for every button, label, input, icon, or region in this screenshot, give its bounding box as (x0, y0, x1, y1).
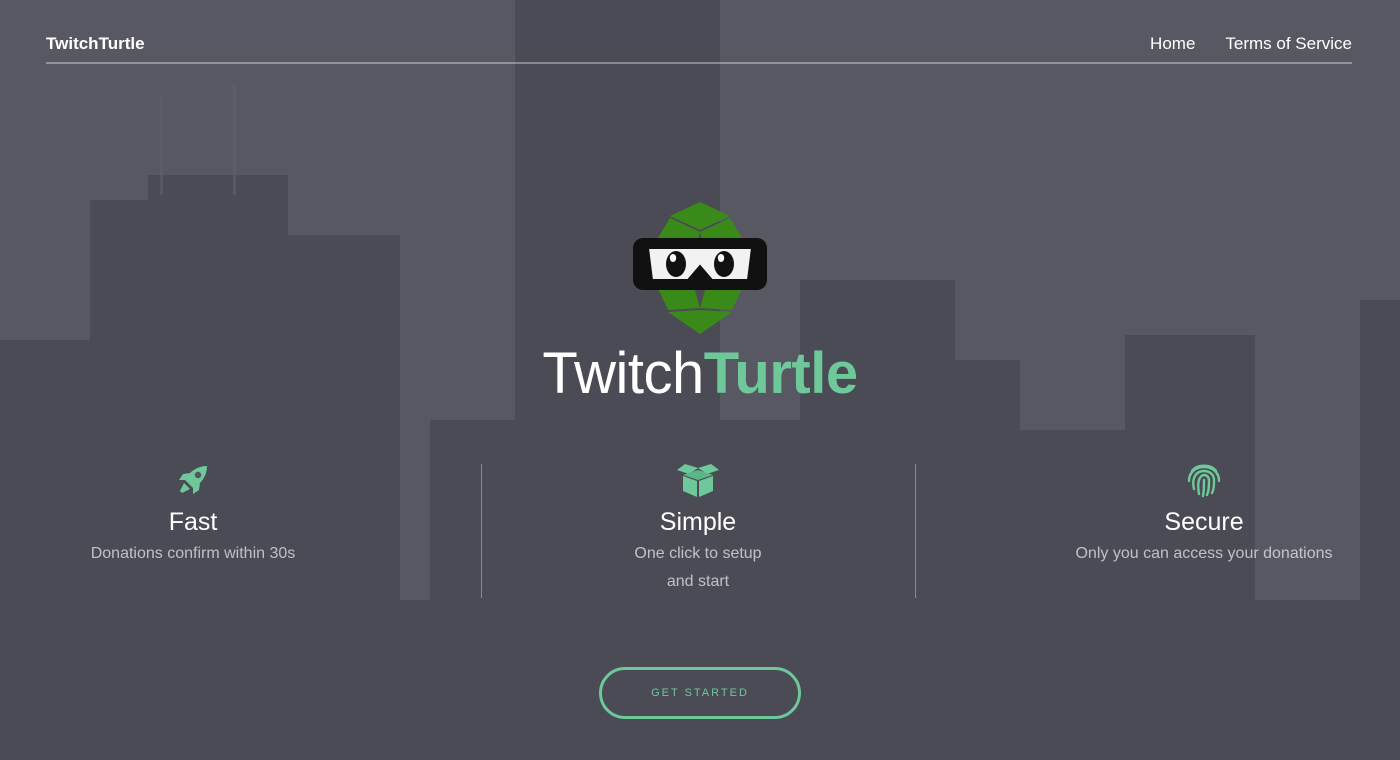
hero-title-turtle: Turtle (703, 341, 858, 406)
top-navbar: TwitchTurtle Home Terms of Service (46, 28, 1352, 64)
feature-description: One click to setup and start (482, 540, 914, 596)
feature-description-line: One click to setup (634, 545, 762, 562)
feature-description: Donations confirm within 30s (0, 540, 386, 568)
feature-divider (915, 464, 916, 598)
feature-description-line: and start (666, 573, 730, 590)
feature-title: Fast (168, 508, 218, 536)
feature-description: Only you can access your donations (1010, 540, 1398, 568)
feature-secure: Secure Only you can access your donation… (1010, 460, 1398, 568)
feature-fast: Fast Donations confirm within 30s (0, 460, 386, 568)
fingerprint-icon (1010, 460, 1398, 500)
brand-link[interactable]: TwitchTurtle (46, 34, 145, 54)
feature-description-line: Donations confirm within 30s (90, 545, 296, 562)
feature-title: Secure (1164, 508, 1244, 536)
nav-link-home[interactable]: Home (1150, 34, 1195, 54)
get-started-button[interactable]: GET STARTED (599, 667, 801, 719)
feature-title: Simple (659, 508, 737, 536)
hero-title: TwitchTurtle (0, 340, 1400, 408)
turtle-mask-logo-icon (630, 200, 770, 336)
nav-link-terms-of-service[interactable]: Terms of Service (1225, 34, 1352, 54)
feature-simple: Simple One click to setup and start (482, 460, 914, 596)
box-icon (482, 460, 914, 500)
hero-title-twitch: Twitch (542, 341, 704, 406)
nav-links: Home Terms of Service (1150, 34, 1352, 54)
rocket-icon (0, 460, 386, 500)
feature-description-line: Only you can access your donations (1075, 545, 1333, 562)
